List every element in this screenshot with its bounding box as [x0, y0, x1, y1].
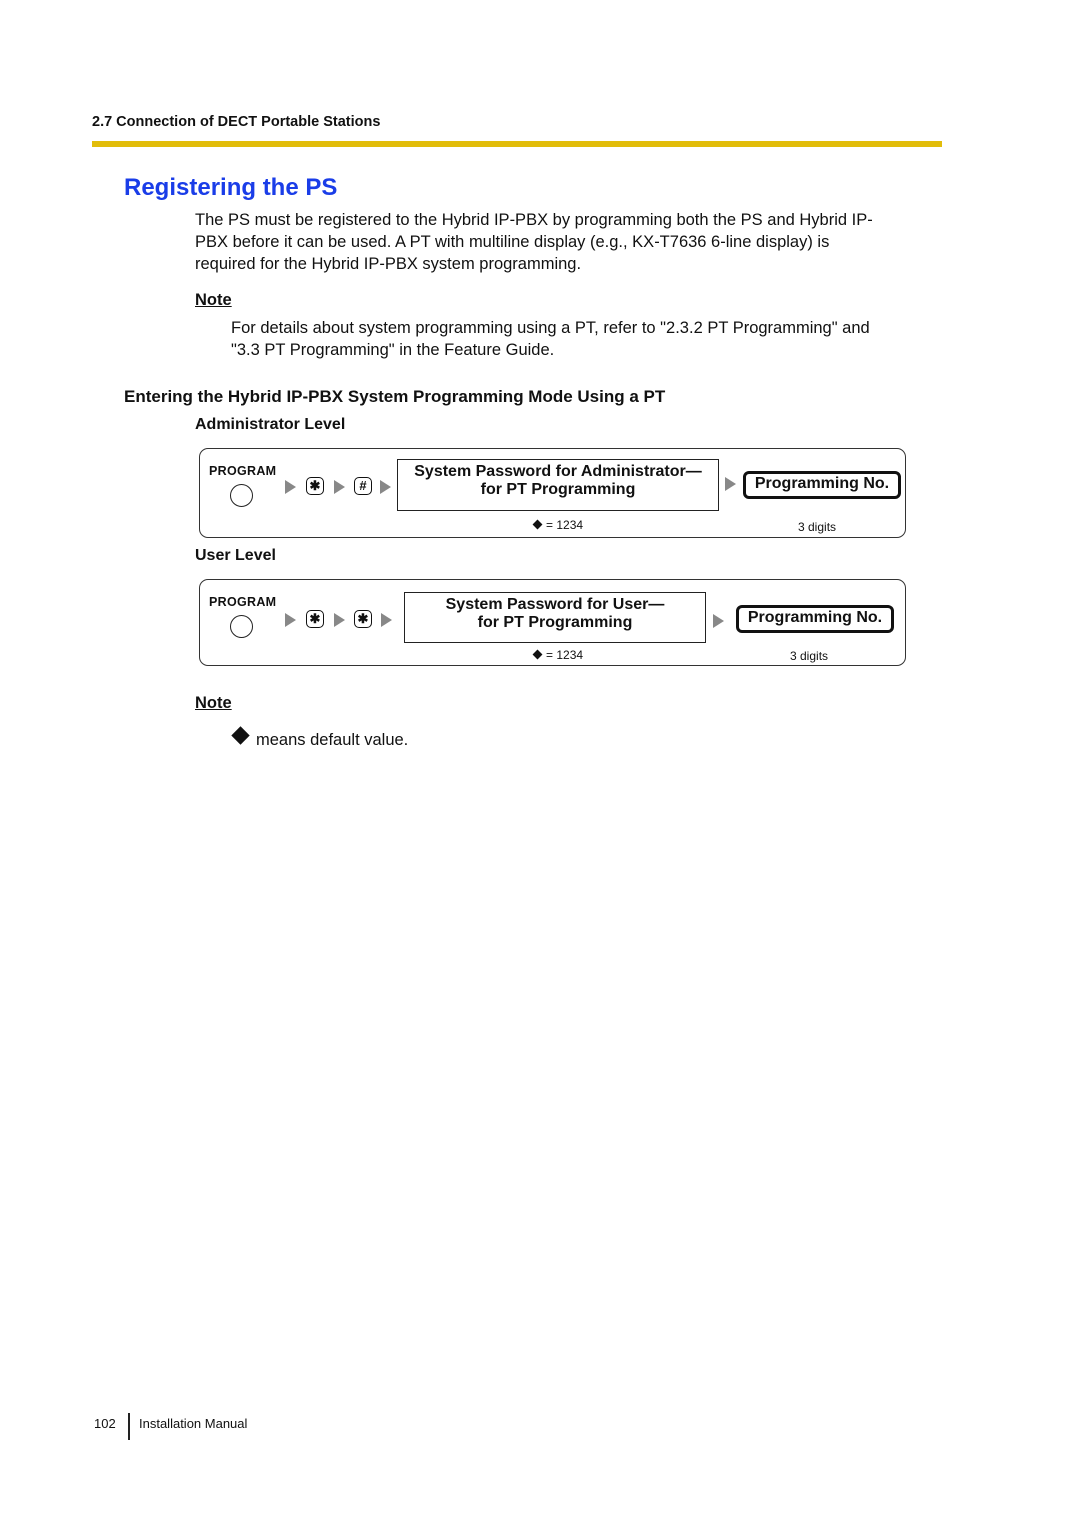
asterisk-key-icon: ✱ — [306, 477, 324, 495]
arrow-right-icon — [334, 480, 345, 494]
note-line: For details about system programming usi… — [231, 319, 870, 337]
default-value: = 1234 — [532, 518, 584, 532]
arrow-right-icon — [381, 613, 392, 627]
section-header: 2.7 Connection of DECT Portable Stations — [92, 114, 381, 130]
arrow-right-icon — [380, 480, 391, 494]
arrow-right-icon — [334, 613, 345, 627]
diamond-icon — [231, 726, 250, 745]
footer-divider — [128, 1413, 130, 1440]
intro-paragraph: The PS must be registered to the Hybrid … — [195, 209, 955, 275]
password-line: System Password for User— — [445, 596, 665, 613]
arrow-right-icon — [285, 613, 296, 627]
user-level-label: User Level — [195, 547, 276, 564]
page-number: 102 — [94, 1416, 116, 1431]
password-line: for PT Programming — [477, 614, 633, 631]
arrow-right-icon — [285, 480, 296, 494]
default-value-text: = 1234 — [546, 648, 584, 662]
asterisk-key-icon: ✱ — [354, 610, 372, 628]
password-box: System Password for Administrator— for P… — [397, 459, 719, 511]
default-value-text: = 1234 — [546, 518, 584, 532]
header-divider — [92, 141, 942, 147]
note-label: Note — [195, 291, 232, 309]
hash-key-icon: # — [354, 477, 372, 495]
asterisk-key-icon: ✱ — [306, 610, 324, 628]
password-line: System Password for Administrator— — [414, 463, 702, 480]
legend-text: means default value. — [256, 731, 409, 749]
intro-line: PBX before it can be used. A PT with mul… — [195, 233, 830, 251]
administrator-flow-diagram: PROGRAM ✱ # System Password for Administ… — [199, 448, 906, 538]
intro-line: The PS must be registered to the Hybrid … — [195, 211, 873, 229]
default-value-legend: means default value. — [231, 726, 409, 750]
programming-no-box: Programming No. — [743, 471, 901, 499]
manual-title: Installation Manual — [139, 1416, 248, 1431]
program-label: PROGRAM — [209, 464, 277, 478]
programming-no-box: Programming No. — [736, 605, 894, 633]
digits-caption: 3 digits — [798, 520, 837, 534]
intro-line: required for the Hybrid IP-PBX system pr… — [195, 255, 582, 273]
default-value: = 1234 — [532, 648, 584, 662]
arrow-right-icon — [713, 614, 724, 628]
note-line: "3.3 PT Programming" in the Feature Guid… — [231, 341, 555, 359]
program-button-icon — [230, 484, 253, 507]
password-line: for PT Programming — [480, 481, 636, 498]
diamond-icon — [532, 649, 543, 660]
administrator-level-label: Administrator Level — [195, 416, 346, 433]
arrow-right-icon — [725, 477, 736, 491]
digits-caption: 3 digits — [790, 649, 829, 663]
program-button-icon — [230, 615, 253, 638]
diamond-icon — [532, 519, 543, 530]
user-flow-diagram: PROGRAM ✱ ✱ System Password for User— fo… — [199, 579, 906, 666]
subsection-title: Entering the Hybrid IP-PBX System Progra… — [124, 387, 666, 406]
note-text: For details about system programming usi… — [231, 317, 951, 361]
page-title: Registering the PS — [124, 174, 338, 201]
program-label: PROGRAM — [209, 595, 277, 609]
note-label: Note — [195, 694, 232, 712]
password-box: System Password for User— for PT Program… — [404, 592, 706, 643]
